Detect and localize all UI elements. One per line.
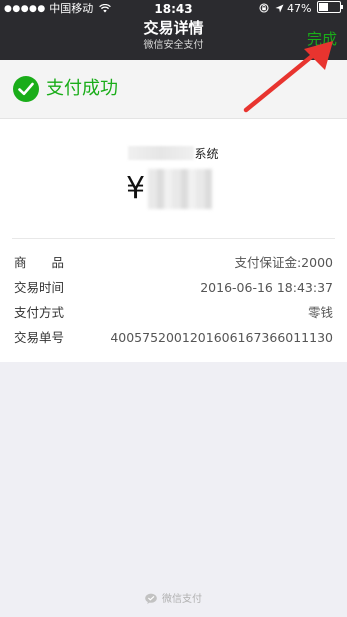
battery-fill xyxy=(319,3,329,11)
receipt-card: 系统 ¥ 商 品 支付保证金:2000 交易时间 2016-06-16 18:4… xyxy=(0,119,347,362)
footer-text: 微信支付 xyxy=(162,594,202,605)
status-bar: ●●●●● 中国移动 18:43 47% xyxy=(0,0,347,18)
annotation-arrow-icon xyxy=(243,41,333,113)
detail-row-transaction-id: 交易单号 4005752001201606167366011130 xyxy=(14,328,333,348)
merchant-name-suffix: 系统 xyxy=(194,147,219,161)
redacted-amount xyxy=(148,169,212,209)
detail-label: 交易时间 xyxy=(14,280,65,295)
detail-value: 支付保证金:2000 xyxy=(234,255,333,270)
lock-rotation-icon xyxy=(259,3,269,13)
status-right: 47% xyxy=(259,0,343,18)
battery-percent: 47% xyxy=(287,2,312,15)
detail-label: 支付方式 xyxy=(14,305,65,320)
detail-value: 4005752001201606167366011130 xyxy=(110,330,333,345)
redacted-merchant-name xyxy=(128,146,195,160)
detail-value: 2016-06-16 18:43:37 xyxy=(200,280,333,295)
detail-label: 交易单号 xyxy=(14,330,65,345)
detail-row-payment-method: 支付方式 零钱 xyxy=(14,303,333,323)
detail-row-time: 交易时间 2016-06-16 18:43:37 xyxy=(14,278,333,298)
detail-value: 零钱 xyxy=(307,305,333,320)
footer-brand: 微信支付 xyxy=(0,592,347,608)
divider xyxy=(12,238,335,239)
location-arrow-icon xyxy=(275,4,284,13)
detail-label: 商 品 xyxy=(14,255,65,270)
wechat-pay-icon xyxy=(145,593,157,604)
checkmark-icon xyxy=(13,76,39,102)
battery-icon xyxy=(317,1,343,13)
payment-success-text: 支付成功 xyxy=(46,78,118,99)
amount-currency: ¥ xyxy=(126,171,146,206)
page-title: 交易详情 xyxy=(143,19,204,37)
merchant-name: 系统 xyxy=(0,145,347,162)
detail-row-product: 商 品 支付保证金:2000 xyxy=(14,253,333,273)
